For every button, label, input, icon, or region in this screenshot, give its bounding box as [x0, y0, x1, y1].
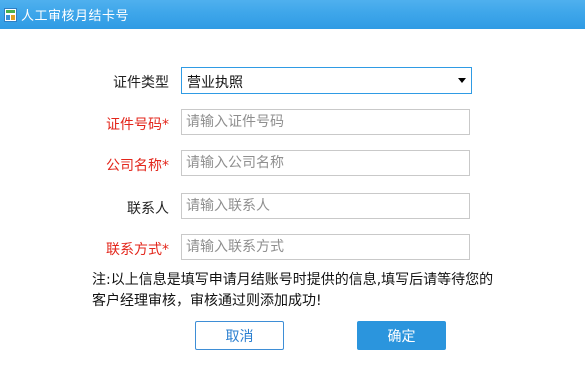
- company-name-row: 公司名称*: [0, 150, 585, 178]
- info-note-line-2: 客户经理审核，审核通过则添加成功!: [92, 293, 322, 309]
- cert-number-input[interactable]: [182, 110, 469, 134]
- cert-type-label: 证件类型: [113, 75, 169, 91]
- cert-number-row: 证件号码*: [0, 109, 585, 137]
- contact-method-label: 联系方式*: [106, 242, 169, 258]
- contact-person-input[interactable]: [182, 194, 469, 218]
- cert-type-selected-value: 营业执照: [187, 75, 243, 91]
- confirm-button[interactable]: 确定: [357, 321, 446, 350]
- contact-person-field[interactable]: [181, 193, 470, 219]
- cert-type-row: 证件类型 营业执照: [0, 67, 585, 95]
- info-note-line-1: 注:以上信息是填写申请月结账号时提供的信息,填写后请等待您的: [92, 272, 494, 288]
- app-window-icon: [4, 7, 17, 22]
- cert-number-field[interactable]: [181, 109, 470, 135]
- cert-number-label: 证件号码*: [106, 117, 169, 133]
- contact-person-row: 联系人: [0, 193, 585, 221]
- cert-type-select[interactable]: 营业执照: [181, 67, 472, 94]
- company-name-field[interactable]: [181, 150, 470, 176]
- dialog-window: 人工审核月结卡号 证件类型 营业执照 证件号码* 公司名称* 联系人 联系方式*: [0, 0, 585, 384]
- contact-method-row: 联系方式*: [0, 234, 585, 262]
- cancel-button[interactable]: 取消: [195, 321, 284, 350]
- window-title: 人工审核月结卡号: [21, 9, 130, 24]
- contact-method-input[interactable]: [182, 235, 469, 259]
- contact-method-field[interactable]: [181, 234, 470, 260]
- info-note: 注:以上信息是填写申请月结账号时提供的信息,填写后请等待您的 客户经理审核，审核…: [92, 270, 552, 312]
- caret-down-icon[interactable]: [458, 78, 466, 83]
- company-name-label: 公司名称*: [106, 158, 169, 174]
- contact-person-label: 联系人: [127, 201, 169, 217]
- company-name-input[interactable]: [182, 151, 469, 175]
- title-bar: 人工审核月结卡号: [0, 0, 585, 29]
